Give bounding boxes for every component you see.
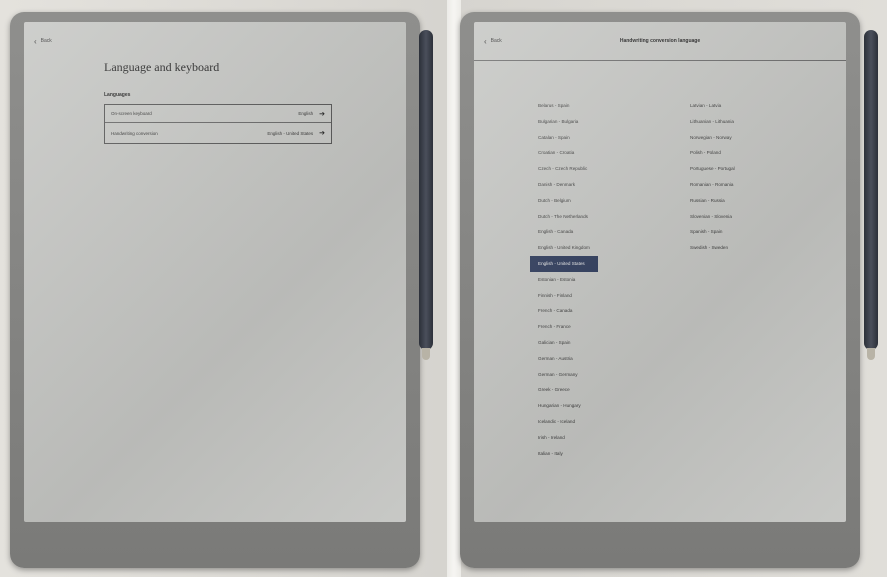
handwriting-conversion-row[interactable]: Handwriting conversion English - United … (105, 124, 331, 142)
row-value: English - United States (267, 130, 314, 136)
screen-handwriting-language: ‹ Back Handwriting conversion language B… (474, 22, 846, 522)
language-option[interactable]: Croatian - Croatia (530, 145, 598, 161)
language-option[interactable]: Polish - Poland (682, 145, 743, 161)
language-list-column-1: Belarus - Spain Bulgarian - Bulgaria Catal… (530, 98, 598, 461)
language-option[interactable]: Spanish - Spain (682, 224, 743, 240)
language-list-column-2: Latvian - Latvia Lithuanian - Lithuania No… (682, 98, 743, 256)
language-option[interactable]: Estonian - Estonia (530, 272, 598, 288)
language-option[interactable]: Swedish - Sweden (682, 240, 743, 256)
language-option-selected[interactable]: English - United States (530, 255, 598, 272)
language-option[interactable]: Latvian - Latvia (682, 98, 743, 114)
onscreen-keyboard-row[interactable]: On-screen keyboard English ➔ (105, 105, 331, 123)
header-bar: ‹ Back Handwriting conversion language (474, 22, 846, 61)
page-title: Language and keyboard (104, 60, 220, 74)
arrow-right-icon: ➔ (319, 110, 325, 118)
tablet-device-left: ‹ Back Language and keyboard Languages O… (10, 12, 420, 568)
screen-language-keyboard: ‹ Back Language and keyboard Languages O… (24, 22, 406, 522)
language-option[interactable]: English - Canada (530, 224, 598, 240)
language-option[interactable]: Czech - Czech Republic (530, 161, 598, 177)
language-option[interactable]: Slovenian - Slovenia (682, 209, 743, 225)
language-option[interactable]: Greek - Greece (530, 382, 598, 398)
language-option[interactable]: Danish - Denmark (530, 177, 598, 193)
languages-settings-group: On-screen keyboard English ➔ Handwriting… (104, 104, 332, 144)
language-option[interactable]: Portuguese - Portugal (682, 161, 743, 177)
language-option[interactable]: Icelandic - Iceland (530, 414, 598, 430)
language-option[interactable]: Catalan - Spain (530, 130, 598, 146)
page-title: Handwriting conversion language (619, 38, 701, 44)
language-option[interactable]: Russian - Russia (682, 193, 743, 209)
language-option[interactable]: French - France (530, 319, 598, 335)
language-option[interactable]: Dutch - Belgium (530, 193, 598, 209)
stylus-pen-left (419, 30, 433, 360)
language-option[interactable]: Romanian - Romania (682, 177, 743, 193)
section-label: Languages (104, 92, 131, 98)
stylus-pen-right (864, 30, 878, 360)
language-option[interactable]: French - Canada (530, 303, 598, 319)
language-option[interactable]: Finnish - Finland (530, 288, 598, 304)
back-label: Back (40, 38, 52, 44)
row-value-wrap: English ➔ (298, 110, 325, 118)
language-option[interactable]: German - Austria (530, 351, 598, 367)
language-option[interactable]: Norwegian - Norway (682, 130, 743, 146)
language-option[interactable]: Belarus - Spain (530, 98, 598, 114)
row-label: On-screen keyboard (111, 111, 152, 116)
photo-divider (447, 0, 461, 577)
row-value: English (298, 111, 314, 116)
row-label: Handwriting conversion (111, 130, 158, 136)
language-option[interactable]: Hungarian - Hungary (530, 398, 598, 414)
language-option[interactable]: Bulgarian - Bulgaria (530, 114, 598, 130)
language-option[interactable]: Dutch - The Netherlands (530, 209, 598, 225)
back-button[interactable]: ‹ Back (34, 36, 52, 46)
chevron-left-icon: ‹ (34, 36, 37, 46)
language-option[interactable]: German - Germany (530, 367, 598, 383)
row-value-wrap: English - United States ➔ (267, 129, 325, 137)
language-option[interactable]: Lithuanian - Lithuania (682, 114, 743, 130)
language-option[interactable]: Italian - Italy (530, 446, 598, 462)
language-option[interactable]: Irish - Ireland (530, 430, 598, 446)
tablet-device-right: ‹ Back Handwriting conversion language B… (460, 12, 860, 568)
language-option[interactable]: English - United Kingdom (530, 240, 598, 256)
language-option[interactable]: Galician - Spain (530, 335, 598, 351)
arrow-right-icon: ➔ (319, 130, 325, 137)
